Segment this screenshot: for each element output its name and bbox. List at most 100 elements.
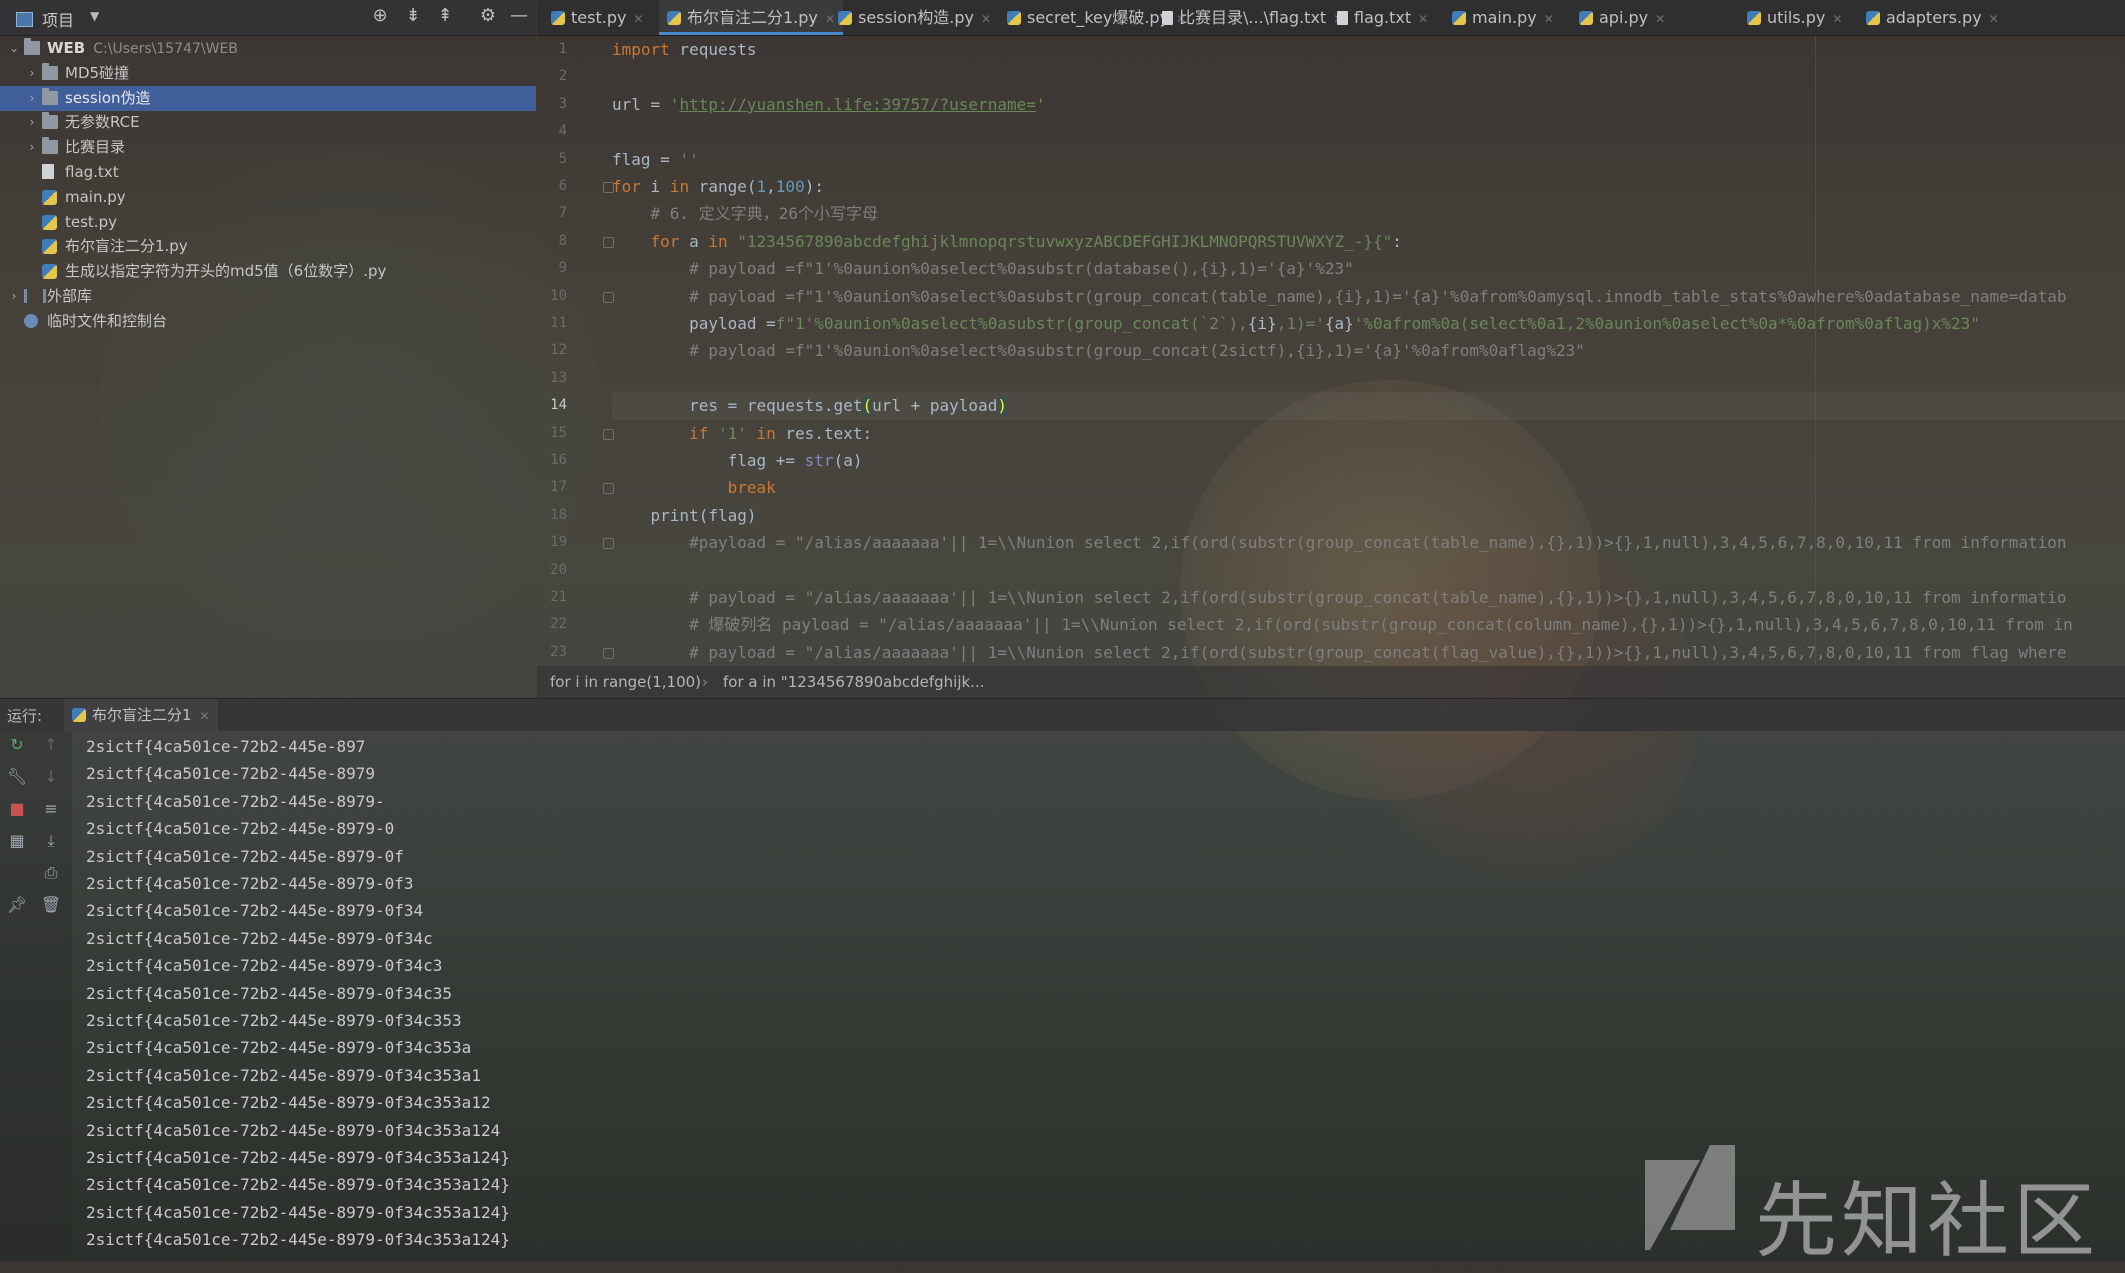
tree-item[interactable]: › MD5碰撞 xyxy=(0,61,536,86)
trash-icon[interactable]: 🗑︎ xyxy=(40,894,62,916)
tab-label: secret_key爆破.py xyxy=(1027,8,1170,27)
tree-item[interactable]: › 无参数RCE xyxy=(0,110,536,135)
editor-tab[interactable]: secret_key爆破.py ✕ xyxy=(1007,0,1186,35)
console-line: 2sictf{4ca501ce-72b2-445e-8979-0 xyxy=(86,819,395,839)
code-token: {i} xyxy=(1247,314,1277,333)
editor-tab[interactable]: utils.py ✕ xyxy=(1747,0,1842,35)
editor-tab[interactable]: api.py ✕ xyxy=(1579,0,1665,35)
breadcrumb-item[interactable]: for a in "1234567890abcdefghijk... xyxy=(723,666,984,698)
close-icon[interactable]: ✕ xyxy=(1832,12,1842,26)
chevron-right-icon[interactable]: › xyxy=(25,135,39,160)
pin-icon[interactable]: 📌︎ xyxy=(6,894,28,916)
python-file-icon xyxy=(1866,11,1880,25)
editor-tab[interactable]: test.py ✕ xyxy=(551,0,644,35)
close-icon[interactable]: ✕ xyxy=(825,12,835,26)
chevron-right-icon[interactable]: › xyxy=(25,61,39,86)
code-line: payload =f"1'%0aunion%0aselect%0asubstr(… xyxy=(612,310,1980,337)
line-number: 7 xyxy=(558,205,567,222)
gear-icon[interactable]: ⚙ xyxy=(477,5,499,27)
collapse-all-icon[interactable]: ⇞ xyxy=(434,5,456,27)
close-icon[interactable]: ✕ xyxy=(1655,12,1665,26)
tree-item[interactable]: test.py xyxy=(0,210,536,235)
editor-tab[interactable]: 比赛目录\...\flag.txt✕ xyxy=(1162,0,1343,35)
tree-item[interactable]: › 外部库 xyxy=(0,284,536,309)
code-line: res = requests.get(url + payload) xyxy=(612,392,2125,420)
editor-tab[interactable]: flag.txt ✕ xyxy=(1337,0,1428,35)
folder-icon xyxy=(24,38,40,55)
arrow-up-icon[interactable]: ↑ xyxy=(40,734,62,756)
stop-icon[interactable]: ■ xyxy=(6,798,28,820)
code-line: #payload = "/alias/aaaaaaa'|| 1=\\Nunion… xyxy=(612,529,2067,556)
tree-item[interactable]: main.py xyxy=(0,185,536,210)
rerun-icon[interactable]: ↻ xyxy=(6,734,28,756)
soft-wrap-icon[interactable]: ≡ xyxy=(40,798,62,820)
chevron-right-icon[interactable]: › xyxy=(25,86,39,111)
locate-icon[interactable]: ⊕ xyxy=(369,5,391,27)
console-line: 2sictf{4ca501ce-72b2-445e-8979-0f34c353a… xyxy=(86,1148,510,1167)
code-token: # 6. 定义字典，26个小写字母 xyxy=(650,204,878,224)
close-icon[interactable]: ✕ xyxy=(1989,12,1999,26)
chevron-right-icon[interactable]: › xyxy=(7,284,21,309)
tree-item[interactable]: › session伪造 xyxy=(0,85,536,111)
line-number: 14 xyxy=(550,397,567,414)
tree-item[interactable]: › 比赛目录 xyxy=(0,135,536,160)
breadcrumb-item[interactable]: for i in range(1,100) xyxy=(550,666,701,698)
line-number: 2 xyxy=(558,68,567,85)
tree-item-label: test.py xyxy=(65,212,117,231)
run-tab[interactable]: 布尔盲注二分1 ✕ xyxy=(64,699,218,731)
editor-tab[interactable]: adapters.py ✕ xyxy=(1866,0,1999,35)
code-line: url = 'http://yuanshen.life:39757/?usern… xyxy=(612,91,1046,118)
line-number: 13 xyxy=(550,369,567,386)
close-icon[interactable]: ✕ xyxy=(633,12,643,26)
close-icon[interactable]: ✕ xyxy=(1544,12,1554,26)
tree-item[interactable]: 布尔盲注二分1.py xyxy=(0,234,536,259)
close-icon[interactable]: ✕ xyxy=(200,709,210,723)
minimize-icon[interactable]: — xyxy=(508,5,530,27)
code-token: in xyxy=(756,423,776,443)
arrow-down-icon[interactable]: ↓ xyxy=(40,766,62,788)
tree-item[interactable]: ⌄ WEB C:\Users\15747\WEB xyxy=(0,36,536,61)
tree-item[interactable]: 生成以指定字符为开头的md5值（6位数字）.py xyxy=(0,259,536,284)
console-line: 2sictf{4ca501ce-72b2-445e-8979- xyxy=(86,791,385,811)
editor-tab[interactable]: 布尔盲注二分1.py ✕ xyxy=(659,0,843,35)
python-file-icon xyxy=(72,708,86,722)
tree-item-label: 生成以指定字符为开头的md5值（6位数字）.py xyxy=(65,262,387,281)
close-icon[interactable]: ✕ xyxy=(1418,12,1428,26)
project-view-selector[interactable]: 项目 xyxy=(16,7,74,31)
code-editor[interactable]: import requests url = 'http://yuanshen.li… xyxy=(612,36,2125,666)
console-line: 2sictf{4ca501ce-72b2-445e-8979-0f3 xyxy=(86,874,414,893)
layout-icon[interactable]: ▦ xyxy=(6,830,28,852)
line-number: 9 xyxy=(558,260,567,277)
chevron-right-icon[interactable]: › xyxy=(25,110,39,135)
close-icon[interactable]: ✕ xyxy=(981,12,991,26)
tree-item[interactable]: 临时文件和控制台 xyxy=(0,309,536,334)
editor-tab[interactable]: main.py ✕ xyxy=(1452,0,1554,35)
code-token: str xyxy=(804,451,834,470)
code-token: res = requests.get xyxy=(612,396,863,416)
text-file-icon xyxy=(1162,11,1173,25)
code-token: ' xyxy=(669,94,680,114)
wrench-icon[interactable]: 🔧︎ xyxy=(6,766,28,788)
editor-tab[interactable]: session构造.py ✕ xyxy=(838,0,991,35)
folder-icon xyxy=(42,62,58,80)
tree-item[interactable]: flag.txt xyxy=(0,160,536,185)
text-file-icon xyxy=(1337,11,1348,25)
code-token: ,1)=' xyxy=(1276,314,1325,333)
chevron-down-icon[interactable]: ▼ xyxy=(90,9,99,23)
scroll-to-end-icon[interactable]: ⤓ xyxy=(40,830,62,852)
expand-all-icon[interactable]: ⇟ xyxy=(402,5,424,27)
chevron-down-icon[interactable]: ⌄ xyxy=(7,36,21,61)
line-number: 1 xyxy=(558,41,567,57)
watermark-logo-icon xyxy=(1645,1145,1735,1250)
tab-label: test.py xyxy=(571,8,627,27)
print-icon[interactable]: ⎙ xyxy=(40,862,62,884)
python-file-icon xyxy=(838,11,852,25)
tree-item-label: 布尔盲注二分1.py xyxy=(65,237,188,256)
console-line: 2sictf{4ca501ce-72b2-445e-8979-0f34 xyxy=(86,901,424,921)
tree-item-label: main.py xyxy=(65,187,126,206)
code-line: # payload = "/alias/aaaaaaa'|| 1=\\Nunio… xyxy=(612,584,2067,611)
